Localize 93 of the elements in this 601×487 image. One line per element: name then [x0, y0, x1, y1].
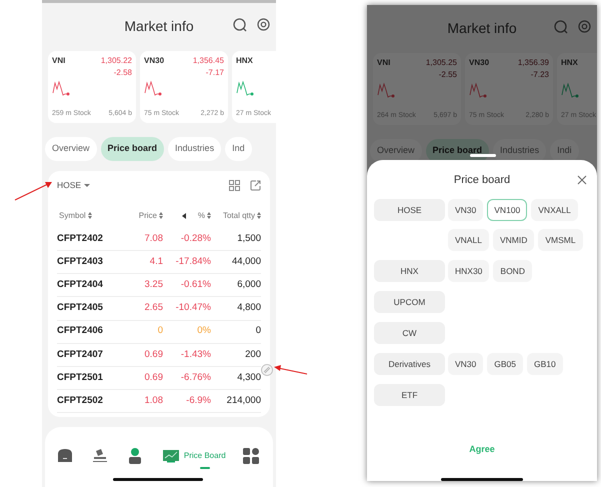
- change-cell-text: -6.76%: [180, 370, 211, 385]
- index-name: VNI: [377, 57, 390, 69]
- qty-cell-text: 4,800: [236, 301, 261, 316]
- drag-handle: [470, 154, 496, 157]
- menu-icon: [242, 448, 261, 464]
- search-icon[interactable]: [554, 20, 568, 34]
- qty-cell-text: 44,000: [230, 254, 261, 269]
- symbol-cell-text: CFPT2405: [57, 301, 104, 316]
- close-icon[interactable]: [577, 175, 587, 185]
- index-change: -7.17: [206, 68, 224, 77]
- qty-cell-text: 1,500: [236, 232, 261, 246]
- column-header[interactable]: Total qtty: [222, 210, 261, 222]
- group-button[interactable]: HNX: [374, 260, 445, 282]
- index-value: 1,305.22: [100, 55, 132, 67]
- option-chip[interactable]: VN30: [448, 199, 484, 221]
- qty-cell-text: 6,000: [236, 278, 261, 292]
- caret-icon: [84, 184, 90, 187]
- index-name: HNX: [561, 57, 578, 69]
- change-cell-text: -10.47%: [174, 301, 211, 316]
- index-value: 1,305.25: [426, 57, 457, 69]
- symbol-cell-text: CFPT2407: [57, 348, 104, 362]
- price-cell-text: 1.08: [144, 394, 163, 408]
- index-name: VN30: [144, 55, 164, 67]
- index-change: -2.58: [114, 68, 132, 77]
- qty-cell-text: 200: [244, 348, 261, 362]
- column-header[interactable]: Price: [138, 210, 163, 222]
- sort-icon: [88, 212, 92, 220]
- option-chip[interactable]: VN30: [448, 353, 484, 375]
- qty-cell-text: 214,000: [226, 394, 261, 408]
- symbol-cell-text: CFPT2404: [57, 278, 104, 292]
- group-button[interactable]: HOSE: [374, 199, 445, 221]
- change-cell-text: 0%: [196, 324, 211, 338]
- option-chip[interactable]: VMSML: [538, 229, 583, 251]
- price-cell-text: 0.69: [144, 370, 163, 385]
- sort-icon: [257, 212, 261, 220]
- index-name: VNI: [52, 55, 66, 67]
- price-cell-text: 4.1: [148, 254, 163, 269]
- option-chip[interactable]: VNXALL: [531, 199, 578, 221]
- tab[interactable]: Ind: [225, 137, 252, 161]
- settings-icon[interactable]: [578, 20, 591, 34]
- index-change: -7.23: [530, 70, 549, 79]
- index-name: HNX: [236, 55, 253, 67]
- arrow: [14, 182, 52, 200]
- group-button[interactable]: UPCOM: [374, 291, 445, 313]
- symbol-cell-text: CFPT2502: [57, 394, 104, 408]
- exchange-dropdown[interactable]: HOSE: [57, 179, 90, 192]
- qty-cell-text: 4,300: [236, 370, 261, 385]
- group-button[interactable]: ETF: [374, 384, 445, 406]
- option-chip[interactable]: VNMID: [492, 229, 534, 251]
- tab[interactable]: Price board: [100, 137, 164, 161]
- sort-icon: [207, 212, 211, 220]
- column-header[interactable]: Symbol: [59, 210, 92, 222]
- price-cell-text: 3.25: [144, 278, 163, 292]
- toggle-icon[interactable]: [182, 212, 186, 219]
- group-button[interactable]: Derivatives: [374, 353, 445, 375]
- index-name: VN30: [469, 57, 490, 69]
- screen-title: Market info: [447, 18, 517, 38]
- symbol-cell-text: CFPT2406: [57, 324, 104, 338]
- price-cell-text: 7.08: [144, 232, 163, 246]
- board-icon: [162, 448, 180, 464]
- change-cell-text: -6.9%: [185, 394, 211, 408]
- price-cell-text: 2.65: [144, 301, 163, 316]
- symbol-cell-text: CFPT2402: [57, 232, 104, 246]
- symbol-cell-text: CFPT2501: [57, 370, 104, 385]
- option-chip[interactable]: VN100: [487, 199, 528, 221]
- option-chip[interactable]: GB05: [487, 353, 524, 375]
- settings-icon[interactable]: [257, 18, 270, 32]
- sheet-title: Price board: [454, 172, 510, 188]
- group-button[interactable]: CW: [374, 322, 445, 344]
- grid-icon[interactable]: [229, 180, 240, 191]
- index-value: 1,356.45: [192, 55, 224, 67]
- sort-icon: [159, 212, 163, 220]
- share-icon[interactable]: [250, 180, 261, 191]
- qty-cell-text: 0: [254, 324, 261, 338]
- option-chip[interactable]: GB10: [527, 353, 563, 375]
- change-cell-text: -17.84%: [174, 254, 211, 269]
- search-icon[interactable]: [233, 18, 247, 32]
- change-cell-text: -0.28%: [180, 232, 211, 246]
- option-chip[interactable]: HNX30: [448, 260, 490, 282]
- screen-title: Market info: [124, 16, 194, 36]
- change-cell-text: -1.43%: [180, 348, 211, 362]
- price-cell-text: 0.69: [144, 348, 163, 362]
- column-header[interactable]: %: [198, 210, 211, 222]
- symbol-cell-text: CFPT2403: [57, 254, 104, 269]
- index-value: 1,356.39: [518, 57, 549, 69]
- tab[interactable]: Industries: [168, 137, 222, 161]
- change-cell-text: -0.61%: [180, 278, 211, 292]
- price-cell-text: 0: [156, 324, 163, 338]
- index-change: -2.55: [438, 70, 457, 79]
- tab[interactable]: Overview: [45, 137, 97, 161]
- option-chip[interactable]: VNALL: [448, 229, 489, 251]
- arrow: [274, 365, 308, 374]
- option-chip[interactable]: BOND: [493, 260, 532, 282]
